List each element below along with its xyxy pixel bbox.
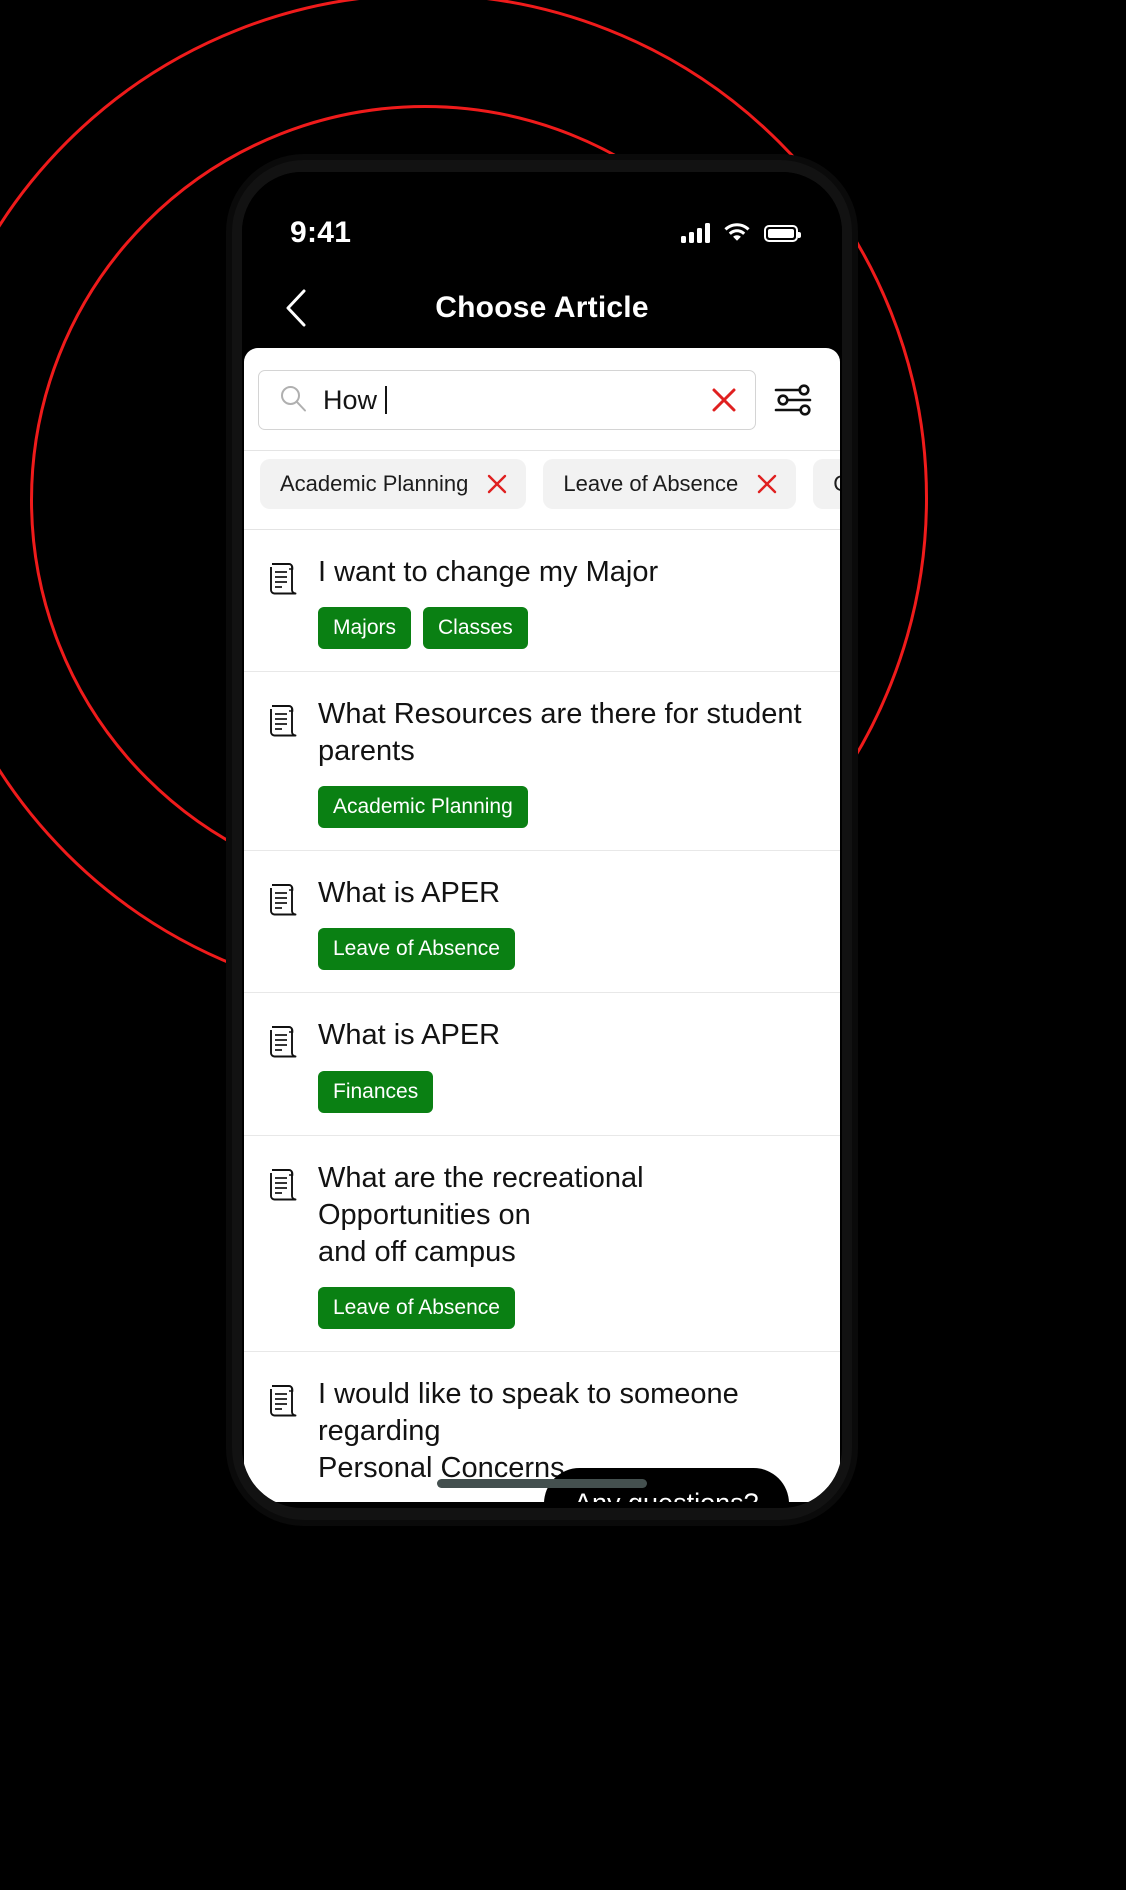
- article-list-item[interactable]: What is APER Finances: [244, 993, 840, 1136]
- filter-chip-label: Change of Major Conne: [833, 471, 840, 497]
- filter-button[interactable]: [772, 379, 816, 421]
- article-tags: Leave of Absence: [318, 1286, 816, 1329]
- scroll-document-icon: [266, 554, 298, 649]
- article-title: What is APER: [318, 877, 501, 910]
- article-tags: Academic Planning: [318, 786, 816, 829]
- article-list-item[interactable]: What is APER Leave of Absence: [244, 851, 840, 994]
- scroll-document-icon: [266, 1376, 298, 1502]
- search-row: How: [244, 348, 840, 450]
- article-tag[interactable]: Majors: [318, 607, 412, 650]
- filter-chip-label: Leave of Absence: [563, 471, 739, 496]
- screenshot-stage: 9:41 Choose Article How Academic Plannin…: [0, 0, 1126, 1890]
- article-tags: Finances: [318, 1070, 816, 1113]
- filter-chip-remove-button[interactable]: [756, 473, 778, 495]
- search-input-text: How: [323, 385, 693, 416]
- active-filter-chips[interactable]: Academic Planning Leave of Absence: [244, 451, 840, 529]
- filter-chip-remove-button[interactable]: [486, 473, 508, 495]
- search-input[interactable]: How: [258, 370, 756, 430]
- article-content: What are the recreational Opportunities …: [318, 1160, 816, 1329]
- close-x-icon: [712, 388, 736, 412]
- article-tags: Leave of Absence: [318, 928, 816, 971]
- close-x-icon: [758, 474, 777, 494]
- nav-bar: Choose Article: [242, 268, 842, 348]
- article-list[interactable]: I want to change my Major Majors Classes: [244, 530, 840, 1502]
- scroll-document-icon: [266, 696, 298, 828]
- search-icon: [279, 384, 307, 417]
- article-title: What is APER: [318, 1019, 501, 1052]
- text-caret: [385, 386, 388, 414]
- content-sheet: How Academic Planning Leave of Absence I…: [244, 348, 840, 1502]
- article-title: I want to change my Major: [318, 556, 659, 588]
- article-title: What Resources are there for student par…: [318, 698, 802, 768]
- scroll-document-icon: [266, 1160, 298, 1329]
- sliders-filter-icon: [774, 384, 812, 416]
- status-time: 9:41: [290, 216, 352, 249]
- article-tag[interactable]: Leave of Absence: [318, 928, 515, 971]
- filter-chip[interactable]: Academic Planning: [260, 459, 527, 509]
- scroll-document-icon: [266, 875, 298, 970]
- scroll-document-icon: [266, 1017, 298, 1112]
- article-list-item[interactable]: What are the recreational Opportunities …: [244, 1136, 840, 1352]
- article-tag[interactable]: Finances: [318, 1070, 434, 1113]
- article-list-item[interactable]: I want to change my Major Majors Classes: [244, 530, 840, 673]
- status-icons: [681, 220, 801, 246]
- filter-chip[interactable]: Change of Major Conne: [813, 459, 840, 509]
- filter-chip[interactable]: Leave of Absence: [543, 459, 797, 509]
- article-tag[interactable]: Academic Planning: [318, 786, 528, 829]
- status-bar: 9:41: [242, 172, 842, 268]
- signal-bars-icon: [681, 223, 710, 243]
- search-clear-button[interactable]: [709, 385, 739, 415]
- article-content: What is APER Leave of Absence: [318, 875, 816, 971]
- article-title: What are the recreational Opportunities …: [318, 1161, 644, 1268]
- article-tag[interactable]: Leave of Absence: [318, 1286, 515, 1329]
- filter-chip-label: Academic Planning: [280, 471, 469, 496]
- home-indicator: [437, 1479, 647, 1488]
- article-content: I want to change my Major Majors Classes: [318, 554, 816, 650]
- search-input-value: How: [323, 384, 378, 415]
- battery-full-icon: [764, 224, 801, 242]
- page-title: Choose Article: [435, 291, 649, 324]
- article-tags: Majors Classes: [318, 607, 816, 650]
- article-tag[interactable]: Classes: [423, 607, 528, 650]
- phone-screen: 9:41 Choose Article How Academic Plannin…: [242, 172, 842, 1508]
- article-list-item[interactable]: What Resources are there for student par…: [244, 672, 840, 852]
- article-content: What is APER Finances: [318, 1017, 816, 1113]
- wifi-icon: [723, 220, 751, 246]
- close-x-icon: [488, 474, 507, 494]
- article-content: What Resources are there for student par…: [318, 696, 816, 829]
